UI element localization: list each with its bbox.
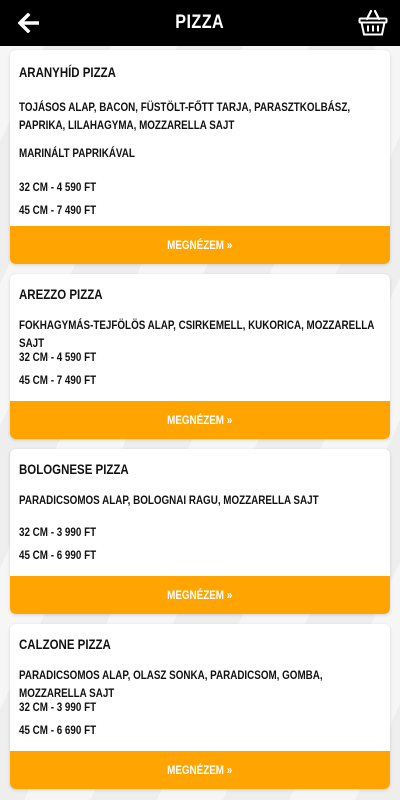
view-product-button[interactable]: MEGNÉZEM »	[10, 576, 390, 614]
price-45cm: 45 CM - 6 990 FT	[19, 548, 97, 562]
price-32cm: 32 CM - 4 590 FT	[19, 180, 97, 194]
top-bar: PIZZA	[0, 0, 400, 46]
price-45cm: 45 CM - 6 690 FT	[19, 723, 97, 737]
button-label: MEGNÉZEM »	[167, 763, 233, 777]
product-name: BOLOGNESE PIZZA	[19, 461, 129, 477]
product-list[interactable]: ARANYHÍD PIZZA TOJÁSOS ALAP, BACON, FÜST…	[0, 46, 400, 800]
product-card: CALZONE PIZZA PARADICSOMOS ALAP, OLASZ S…	[10, 624, 390, 789]
product-name: ARANYHÍD PIZZA	[19, 64, 116, 80]
product-ingredients: PARADICSOMOS ALAP, BOLOGNAI RAGU, MOZZAR…	[19, 493, 319, 507]
basket-icon	[358, 9, 388, 36]
basket-button[interactable]	[356, 6, 390, 40]
product-card: BOLOGNESE PIZZA PARADICSOMOS ALAP, BOLOG…	[10, 449, 390, 614]
price-45cm: 45 CM - 7 490 FT	[19, 203, 97, 217]
back-button[interactable]	[14, 8, 44, 38]
product-note: MARINÁLT PAPRIKÁVAL	[19, 146, 135, 160]
product-ingredients: PARADICSOMOS ALAP, OLASZ SONKA, PARADICS…	[19, 668, 323, 700]
price-32cm: 32 CM - 3 990 FT	[19, 700, 97, 714]
product-card: ARANYHÍD PIZZA TOJÁSOS ALAP, BACON, FÜST…	[10, 50, 390, 264]
product-ingredients: TOJÁSOS ALAP, BACON, FÜSTÖLT-FŐTT TARJA,…	[19, 100, 351, 132]
product-card: AREZZO PIZZA FOKHAGYMÁS-TEJFÖLÖS ALAP, C…	[10, 274, 390, 439]
button-label: MEGNÉZEM »	[167, 413, 233, 427]
product-ingredients: FOKHAGYMÁS-TEJFÖLÖS ALAP, CSIRKEMELL, KU…	[19, 318, 374, 350]
button-label: MEGNÉZEM »	[167, 588, 233, 602]
view-product-button[interactable]: MEGNÉZEM »	[10, 226, 390, 264]
price-45cm: 45 CM - 7 490 FT	[19, 373, 97, 387]
page-title: PIZZA	[175, 12, 225, 33]
product-name: AREZZO PIZZA	[19, 286, 103, 302]
view-product-button[interactable]: MEGNÉZEM »	[10, 401, 390, 439]
button-label: MEGNÉZEM »	[167, 238, 233, 252]
price-32cm: 32 CM - 3 990 FT	[19, 525, 97, 539]
price-32cm: 32 CM - 4 590 FT	[19, 350, 97, 364]
product-name: CALZONE PIZZA	[19, 636, 111, 652]
arrow-left-icon	[18, 13, 39, 33]
view-product-button[interactable]: MEGNÉZEM »	[10, 751, 390, 789]
